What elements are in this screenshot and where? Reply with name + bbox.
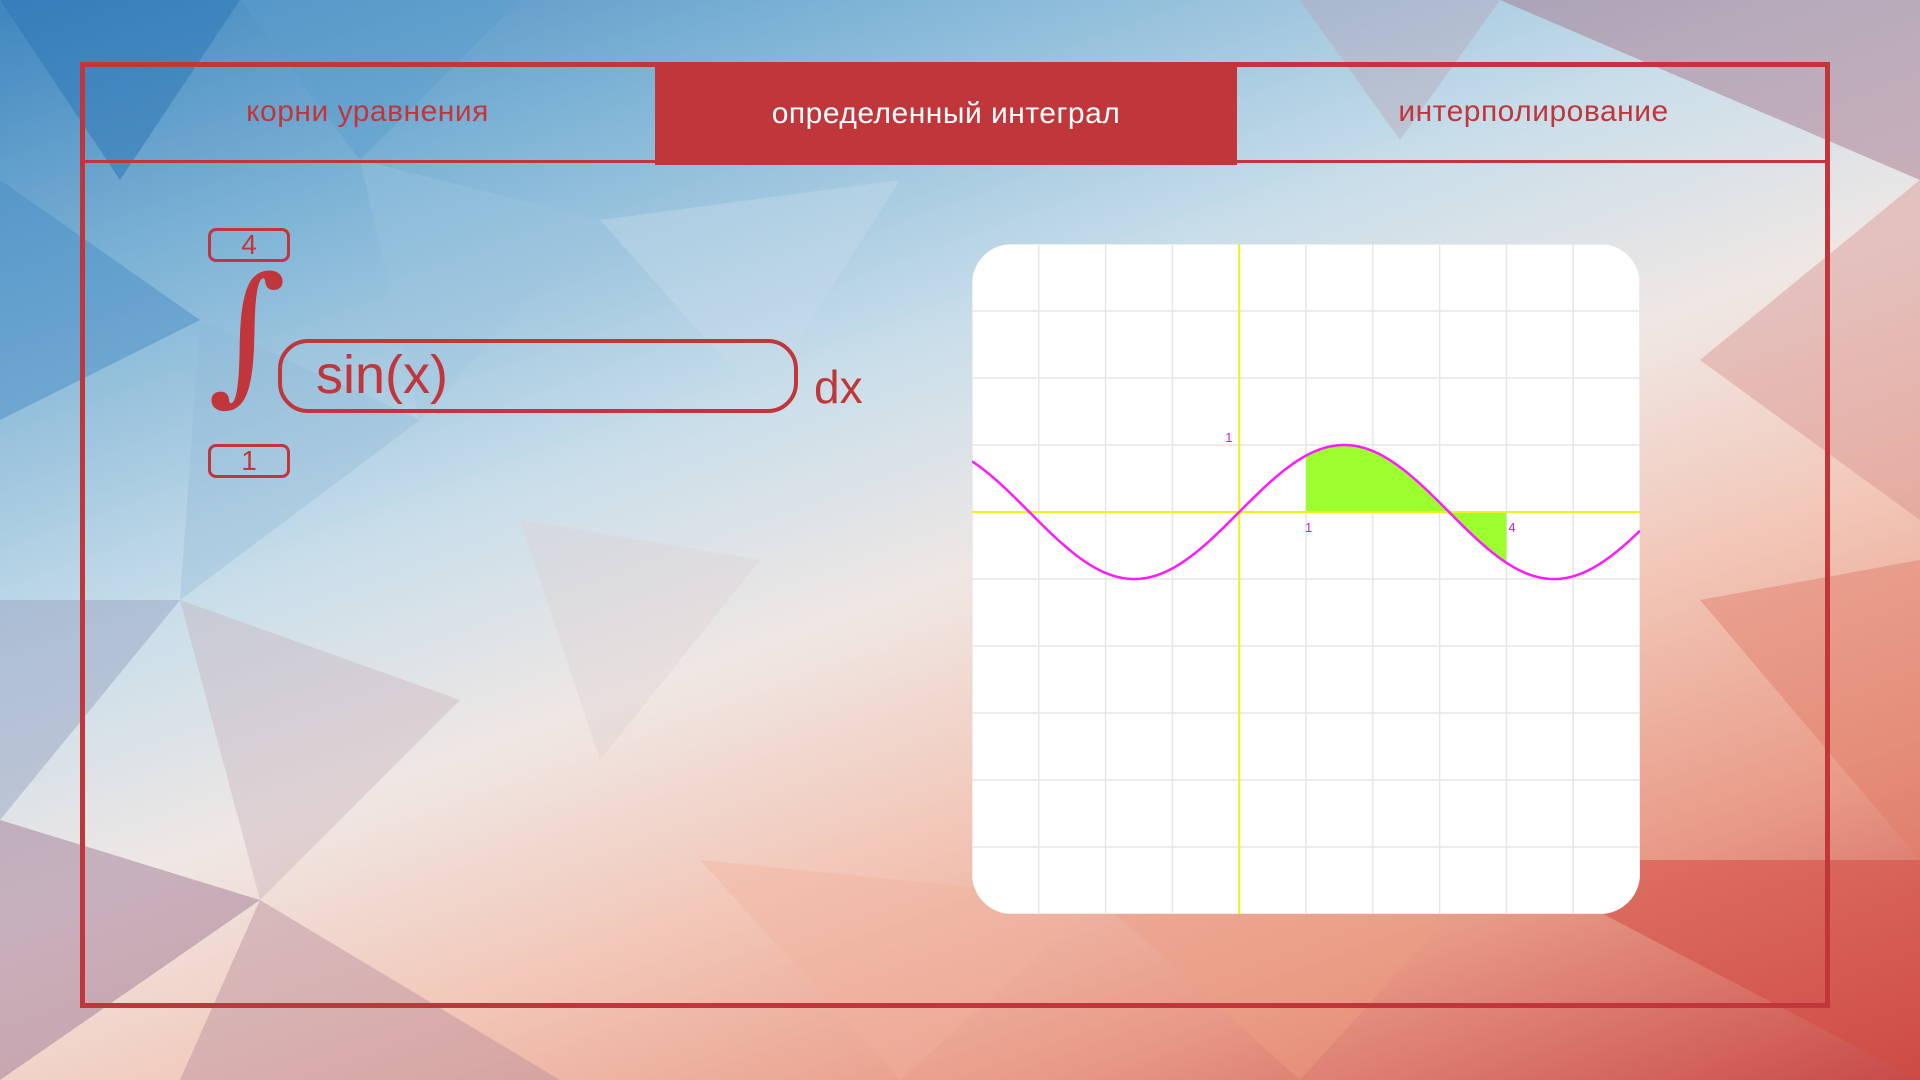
integral-start-label: 1 xyxy=(1305,520,1312,535)
integral-symbol: ∫ xyxy=(208,246,287,420)
tab-divider xyxy=(80,160,1830,163)
lower-limit-input[interactable]: 1 xyxy=(208,444,290,478)
tab-definite-integral[interactable]: определенный интеграл xyxy=(655,62,1237,165)
integral-end-label: 4 xyxy=(1508,520,1515,535)
integral-graph: 1 1 4 xyxy=(972,244,1640,914)
tab-equation-roots[interactable]: корни уравнения xyxy=(80,62,655,162)
differential-label: dx xyxy=(814,361,863,413)
integral-area xyxy=(1306,445,1507,563)
y-tick-label: 1 xyxy=(1225,430,1232,445)
tab-bar: корни уравнения определенный интеграл ин… xyxy=(80,62,1830,165)
graph-canvas: 1 1 4 xyxy=(972,244,1640,914)
tab-interpolation[interactable]: интерполирование xyxy=(1237,62,1830,162)
function-input[interactable]: sin(x) xyxy=(278,339,798,413)
